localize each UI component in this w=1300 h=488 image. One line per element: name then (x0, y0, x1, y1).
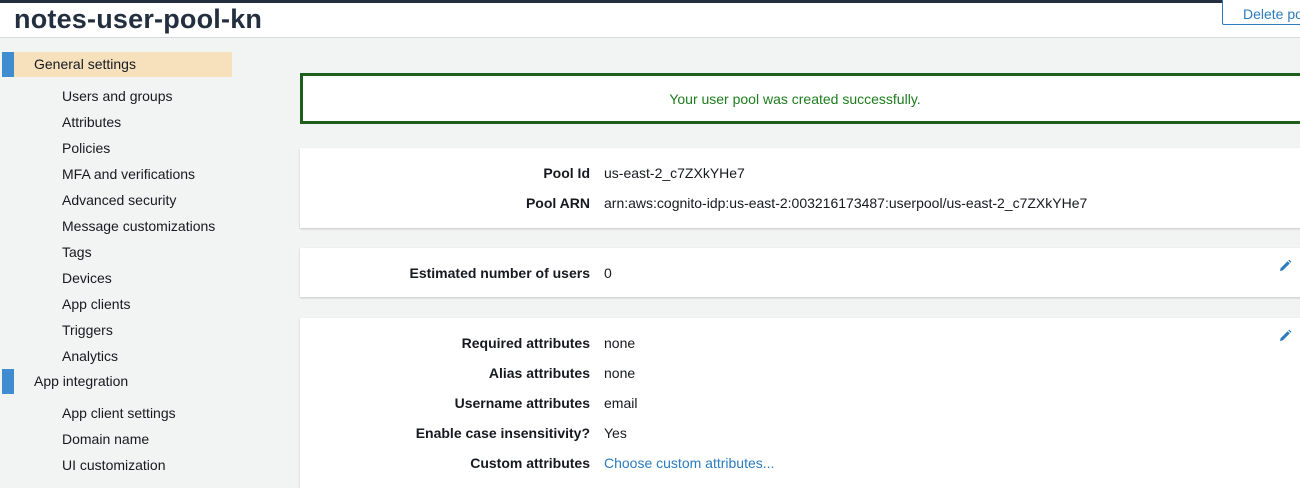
sidebar-item-advanced-security[interactable]: Advanced security (62, 192, 176, 208)
pool-arn-value: arn:aws:cognito-idp:us-east-2:0032161734… (604, 195, 1088, 211)
page-header: notes-user-pool-kn Delete po (0, 0, 1300, 38)
sidebar-item-policies[interactable]: Policies (62, 140, 110, 156)
pool-info-card: Pool Id us-east-2_c7ZXkYHe7 Pool ARN arn… (300, 148, 1300, 228)
alias-attributes-label: Alias attributes (488, 365, 590, 381)
estimated-users-value: 0 (604, 265, 612, 281)
sidebar-section-general-settings[interactable]: General settings (2, 52, 232, 77)
sidebar-item-app-client-settings[interactable]: App client settings (62, 405, 176, 421)
delete-pool-button[interactable]: Delete po (1222, 0, 1300, 25)
sidebar-section-label: App integration (34, 373, 129, 389)
username-attributes-label: Username attributes (454, 395, 590, 411)
page-title: notes-user-pool-kn (14, 4, 263, 34)
section-marker (2, 369, 14, 394)
sidebar-item-app-clients[interactable]: App clients (62, 296, 130, 312)
required-attributes-value: none (604, 335, 636, 351)
success-message: Your user pool was created successfully. (669, 91, 921, 107)
pool-id-label: Pool Id (543, 165, 590, 181)
pencil-icon[interactable] (1278, 329, 1292, 343)
sidebar-item-attributes[interactable]: Attributes (62, 114, 121, 130)
sidebar-item-analytics[interactable]: Analytics (62, 348, 118, 364)
sidebar-item-users-and-groups[interactable]: Users and groups (62, 88, 173, 104)
alias-attributes-value: none (604, 365, 636, 381)
pool-arn-label: Pool ARN (525, 195, 590, 211)
sidebar-item-triggers[interactable]: Triggers (62, 322, 113, 338)
success-alert: Your user pool was created successfully. (300, 73, 1300, 124)
sidebar-section-label: General settings (34, 56, 136, 72)
sidebar-item-message-customizations[interactable]: Message customizations (62, 218, 215, 234)
username-attributes-value: email (604, 395, 638, 411)
estimated-users-label: Estimated number of users (409, 265, 591, 281)
sidebar-nav: General settings Users and groups Attrib… (0, 38, 260, 478)
attributes-card: Required attributes none Alias attribute… (300, 318, 1300, 488)
sidebar-item-ui-customization[interactable]: UI customization (62, 457, 165, 473)
choose-custom-attributes-link[interactable]: Choose custom attributes... (604, 455, 774, 471)
pencil-icon[interactable] (1278, 259, 1292, 273)
pool-id-value: us-east-2_c7ZXkYHe7 (604, 165, 745, 181)
sidebar-section-app-integration[interactable]: App integration (2, 369, 232, 394)
sidebar-item-mfa-and-verifications[interactable]: MFA and verifications (62, 166, 195, 182)
sidebar-item-devices[interactable]: Devices (62, 270, 112, 286)
section-marker (2, 52, 14, 77)
case-insensitivity-label: Enable case insensitivity? (415, 425, 590, 441)
users-card: Estimated number of users 0 (300, 248, 1300, 297)
case-insensitivity-value: Yes (604, 425, 627, 441)
sidebar-item-tags[interactable]: Tags (62, 244, 92, 260)
required-attributes-label: Required attributes (461, 335, 590, 351)
custom-attributes-label: Custom attributes (470, 455, 590, 471)
sidebar-item-domain-name[interactable]: Domain name (62, 431, 149, 447)
